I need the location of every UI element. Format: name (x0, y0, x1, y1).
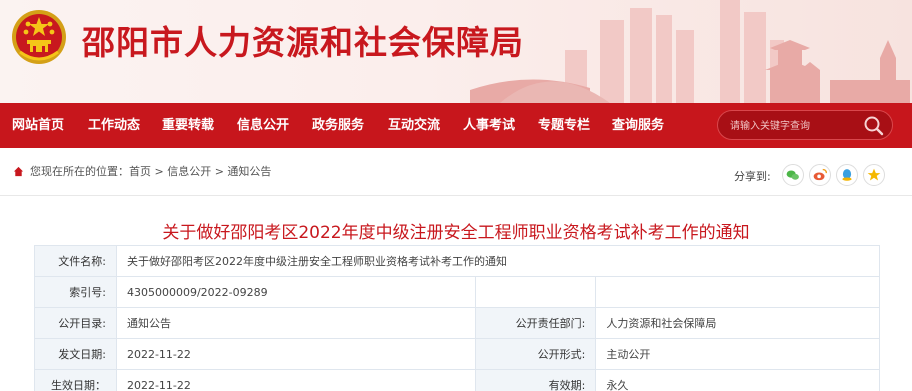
qzone-icon[interactable] (863, 164, 885, 186)
empty-cell (595, 276, 880, 308)
home-icon (13, 166, 24, 177)
search-box (717, 110, 893, 140)
breadcrumb: 您现在所在的位置：首页 > 信息公开 > 通知公告 (30, 165, 272, 178)
issue-date-label: 发文日期: (34, 338, 117, 370)
national-emblem-icon (12, 10, 66, 64)
empty-cell (475, 276, 597, 308)
nav-item-home[interactable]: 网站首页 (12, 103, 64, 148)
wechat-icon[interactable] (782, 164, 804, 186)
issue-date-value: 2022-11-22 (115, 338, 477, 370)
nav-item-work-news[interactable]: 工作动态 (88, 103, 140, 148)
nav-item-special-topics[interactable]: 专题专栏 (538, 103, 590, 148)
search-icon[interactable] (862, 114, 886, 138)
city-skyline-illustration (470, 0, 910, 103)
catalog-value: 通知公告 (115, 307, 477, 339)
nav-item-gov-services[interactable]: 政务服务 (312, 103, 364, 148)
share-label: 分享到: (734, 170, 771, 183)
dept-label: 公开责任部门: (475, 307, 597, 339)
table-row: 生效日期： 2022-11-22 有效期: 永久 (34, 369, 880, 391)
nav-item-info-disclosure[interactable]: 信息公开 (237, 103, 289, 148)
effective-date-label: 生效日期： (34, 369, 117, 391)
weibo-icon[interactable] (809, 164, 831, 186)
article-title: 关于做好邵阳考区2022年度中级注册安全工程师职业资格考试补考工作的通知 (162, 223, 750, 243)
qq-icon[interactable] (836, 164, 858, 186)
site-title: 邵阳市人力资源和社会保障局 (82, 23, 524, 62)
catalog-label: 公开目录: (34, 307, 117, 339)
index-label: 索引号: (34, 276, 117, 308)
effective-date-value: 2022-11-22 (115, 369, 477, 391)
document-meta-table: 文件名称: 关于做好邵阳考区2022年度中级注册安全工程师职业资格考试补考工作的… (34, 245, 881, 391)
dept-value: 人力资源和社会保障局 (595, 307, 880, 339)
validity-label: 有效期: (475, 369, 597, 391)
table-row: 文件名称: 关于做好邵阳考区2022年度中级注册安全工程师职业资格考试补考工作的… (34, 245, 881, 277)
file-name-label: 文件名称: (34, 245, 117, 277)
nav-item-personnel-exam[interactable]: 人事考试 (463, 103, 515, 148)
file-name-value: 关于做好邵阳考区2022年度中级注册安全工程师职业资格考试补考工作的通知 (115, 245, 881, 277)
nav-item-query-services[interactable]: 查询服务 (612, 103, 664, 148)
site-header: 邵阳市人力资源和社会保障局 (0, 0, 912, 103)
form-value: 主动公开 (595, 338, 880, 370)
validity-value: 永久 (595, 369, 880, 391)
index-value: 4305000009/2022-09289 (115, 276, 477, 308)
table-row: 索引号: 4305000009/2022-09289 (34, 276, 880, 308)
search-input[interactable] (730, 117, 860, 135)
form-label: 公开形式: (475, 338, 597, 370)
table-row: 发文日期: 2022-11-22 公开形式: 主动公开 (34, 338, 880, 370)
table-row: 公开目录: 通知公告 公开责任部门: 人力资源和社会保障局 (34, 307, 880, 339)
nav-item-interaction[interactable]: 互动交流 (388, 103, 440, 148)
nav-item-reprints[interactable]: 重要转载 (162, 103, 214, 148)
